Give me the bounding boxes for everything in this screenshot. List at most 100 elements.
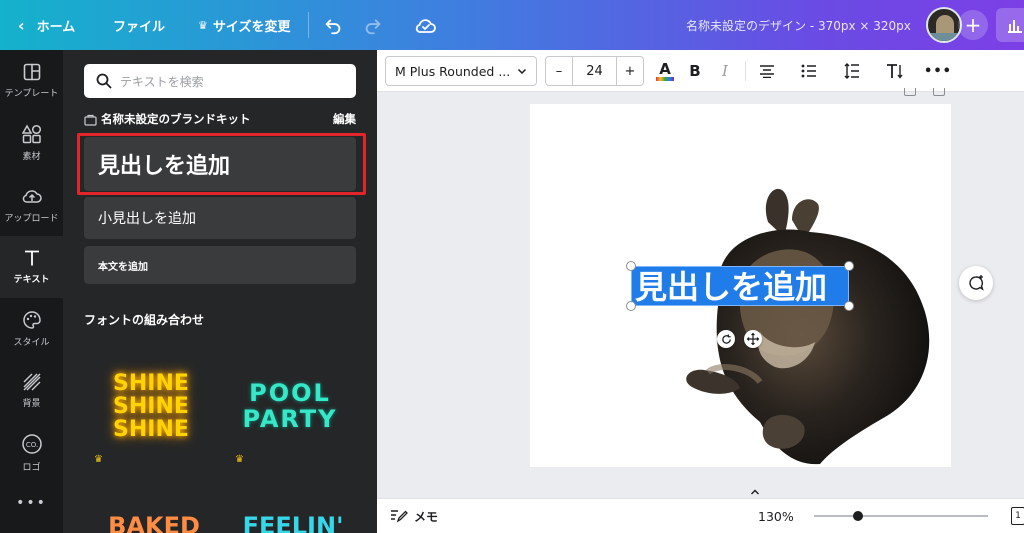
combo-text: SHINE <box>113 393 189 419</box>
rail-label: 背景 <box>22 399 41 409</box>
page-lock-icon[interactable] <box>904 88 916 96</box>
highlight-box <box>77 133 366 195</box>
bar-chart-icon <box>1008 20 1022 33</box>
editor-toolbar: M Plus Rounded ... – 24 + A B I ••• <box>377 50 1024 92</box>
move-handle[interactable] <box>744 330 762 348</box>
canvas-area: 見出しを追加 <box>377 88 1024 498</box>
resize-handle-top-right[interactable] <box>844 261 854 271</box>
search-input[interactable]: テキストを検索 <box>84 64 356 98</box>
text-color-button[interactable]: A <box>653 50 677 92</box>
text-direction-icon <box>887 64 903 79</box>
crown-icon: ♛ <box>94 454 103 465</box>
font-combo-baked[interactable]: BAKED <box>94 512 214 533</box>
design-page[interactable]: 見出しを追加 <box>530 104 951 467</box>
font-size-input[interactable]: 24 <box>573 57 616 85</box>
increase-font-size-button[interactable]: + <box>616 57 643 85</box>
decrease-font-size-button[interactable]: – <box>546 57 573 85</box>
canvas-heading-text[interactable]: 見出しを追加 <box>635 269 827 305</box>
file-menu[interactable]: ファイル <box>113 0 165 50</box>
home-button[interactable]: ‹ ホーム <box>18 0 75 50</box>
text-effects-button[interactable] <box>882 50 908 92</box>
cloud-check-icon <box>415 19 436 33</box>
rail-label: ロゴ <box>22 463 41 473</box>
avatar[interactable] <box>926 7 962 43</box>
redo-icon <box>365 19 381 35</box>
undo-icon <box>325 19 341 35</box>
search-placeholder: テキストを検索 <box>120 74 204 89</box>
selected-text-box[interactable]: 見出しを追加 <box>631 266 849 306</box>
zoom-value[interactable]: 130% <box>758 499 794 533</box>
notes-label: メモ <box>414 509 439 524</box>
add-comment-button[interactable] <box>959 266 993 300</box>
align-center-icon <box>760 65 774 78</box>
resize-handle-bottom-left[interactable] <box>626 301 636 311</box>
add-body-button[interactable]: 本文を追加 <box>84 246 356 284</box>
document-title[interactable]: 名称未設定のデザイン - 370px × 320px <box>686 0 911 50</box>
add-body-label: 本文を追加 <box>98 261 148 273</box>
italic-button[interactable]: I <box>714 50 736 92</box>
align-center-button[interactable] <box>755 50 779 92</box>
italic-icon: I <box>722 62 728 80</box>
side-panel: テキストを検索 名称未設定のブランドキット 編集 見出しを追加 小見出しを追加 … <box>63 50 377 533</box>
resize-handle-bottom-right[interactable] <box>844 301 854 311</box>
zoom-slider[interactable] <box>814 511 988 521</box>
undo-button[interactable] <box>322 0 344 50</box>
bold-button[interactable]: B <box>684 50 706 92</box>
divider <box>308 12 309 38</box>
list-button[interactable] <box>797 50 821 92</box>
notes-pencil-icon <box>391 510 408 523</box>
rail-label: テキスト <box>13 275 50 285</box>
rail-item-logos[interactable]: CO. ロゴ <box>0 422 63 484</box>
page-count-button[interactable]: 1 <box>1011 507 1024 525</box>
font-combo-feelin[interactable]: FEELIN' <box>233 512 353 533</box>
palette-icon <box>22 311 41 329</box>
zoom-slider-thumb[interactable] <box>852 511 863 521</box>
rotate-handle[interactable] <box>717 330 735 348</box>
rail-item-uploads[interactable]: アップロード <box>0 174 63 236</box>
rabbit-image[interactable] <box>680 182 940 467</box>
rail-item-templates[interactable]: テンプレート <box>0 50 63 112</box>
rail-item-elements[interactable]: 素材 <box>0 112 63 174</box>
rail-item-background[interactable]: 背景 <box>0 360 63 422</box>
rail-item-text[interactable]: テキスト <box>0 236 63 298</box>
font-combo-shine[interactable]: SHINE SHINE SHINE <box>84 344 218 468</box>
font-family-value: M Plus Rounded ... <box>395 63 511 79</box>
rail-more-button[interactable]: ••• <box>0 488 63 518</box>
notes-button[interactable]: メモ <box>390 499 438 533</box>
redo-button[interactable] <box>362 0 384 50</box>
search-icon <box>96 73 112 89</box>
font-family-select[interactable]: M Plus Rounded ... <box>385 56 537 86</box>
combo-text: FEELIN' <box>242 512 344 533</box>
font-size-stepper: – 24 + <box>545 56 644 86</box>
layout-icon <box>23 63 40 81</box>
font-combo-pool-party[interactable]: POOL PARTY <box>225 344 355 468</box>
text-icon <box>24 250 39 266</box>
spacing-button[interactable] <box>840 50 864 92</box>
insights-button[interactable] <box>996 8 1024 42</box>
move-icon <box>747 333 759 345</box>
shapes-icon <box>21 124 41 144</box>
brand-kit-heading: 名称未設定のブランドキット <box>84 110 251 128</box>
text-color-icon: A <box>659 59 671 78</box>
rail-item-styles[interactable]: スタイル <box>0 298 63 360</box>
more-options-button[interactable]: ••• <box>924 50 951 92</box>
rail-label: テンプレート <box>4 89 59 99</box>
bold-icon: B <box>689 62 701 80</box>
add-subheading-label: 小見出しを追加 <box>98 211 196 227</box>
more-dots-icon: ••• <box>16 495 47 511</box>
cloud-save-button[interactable] <box>414 0 438 50</box>
page-copy-icon[interactable] <box>933 88 945 96</box>
rainbow-bar <box>656 76 674 81</box>
brand-kit-icon <box>84 114 97 126</box>
resize-button[interactable]: ♛ サイズを変更 <box>198 0 291 50</box>
add-subheading-button[interactable]: 小見出しを追加 <box>84 197 356 239</box>
resize-handle-top-left[interactable] <box>626 261 636 271</box>
rail-label: スタイル <box>13 338 50 348</box>
crown-icon: ♛ <box>235 454 244 465</box>
expand-pages-handle[interactable] <box>750 488 760 498</box>
edit-brand-kit-link[interactable]: 編集 <box>333 110 356 128</box>
add-member-button[interactable]: + <box>958 10 988 40</box>
logo-icon: CO. <box>21 434 42 454</box>
font-combos-heading: フォントの組み合わせ <box>84 313 205 327</box>
combo-text: SHINE <box>113 416 189 442</box>
